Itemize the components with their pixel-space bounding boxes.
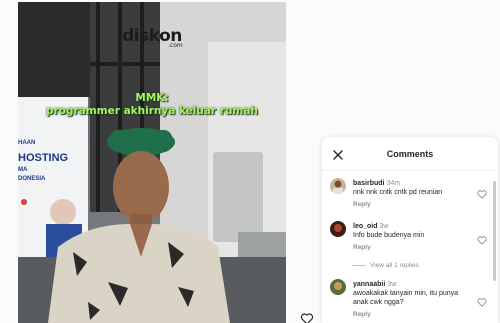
comment-body: leo_oid 3w Info bude budenya min Reply: [353, 222, 471, 252]
comment-username[interactable]: leo_oid: [353, 223, 378, 230]
reply-button[interactable]: Reply: [353, 200, 471, 209]
banner-text-3: MA: [18, 167, 28, 173]
heart-outline-icon: [477, 190, 487, 199]
view-replies-button[interactable]: View all 1 replies: [352, 262, 472, 269]
comment-text: nnk nnk cntk cntk pd reunian: [353, 189, 443, 196]
comment-like-button[interactable]: [477, 232, 487, 245]
comment-like-button[interactable]: [477, 186, 487, 199]
replies-divider-line: [352, 264, 366, 266]
comment-time: 3w: [379, 223, 389, 230]
view-replies-label: View all 1 replies: [370, 262, 419, 269]
comment-time: 3w: [387, 281, 397, 288]
post-like-button[interactable]: [300, 312, 314, 323]
banner-text-4: DONESIA: [18, 176, 46, 182]
comment-username[interactable]: yannaabii: [353, 281, 385, 288]
comments-header: Comments: [322, 137, 498, 171]
comment-text: awoakakak tanyain min, itu punya anak cw…: [353, 290, 459, 306]
banner-text-2: HOSTING: [18, 152, 69, 164]
reply-button[interactable]: Reply: [353, 243, 471, 252]
comments-scrollbar[interactable]: [493, 181, 496, 281]
video-caption-line2: programmer akhirnya keluar rumah: [46, 105, 258, 117]
comment-time: 34m: [386, 180, 401, 187]
banner-text-1: HAAN: [18, 140, 36, 146]
avatar-image: [330, 221, 346, 237]
comments-panel: Comments basirbudi 34m nnk nnk cntk cntk …: [322, 137, 498, 323]
avatar-image: [330, 279, 346, 295]
avatar[interactable]: [330, 279, 346, 295]
heart-outline-icon: [300, 313, 314, 323]
avatar[interactable]: [330, 178, 346, 194]
comment-body: yannaabii 3w awoakakak tanyain min, itu p…: [353, 280, 471, 319]
video-caption-line1: MMK:: [135, 92, 169, 104]
comment-username[interactable]: basirbudi: [353, 180, 385, 187]
watermark-logo: diskon: [122, 26, 182, 46]
watermark-logo-sub: .com: [168, 42, 183, 49]
reply-button[interactable]: Reply: [353, 310, 471, 319]
heart-outline-icon: [477, 236, 487, 245]
avatar[interactable]: [330, 221, 346, 237]
comment-text: Info bude budenya min: [353, 232, 425, 239]
reel-video[interactable]: diskon .com MMK: programmer akhirnya kel…: [18, 2, 286, 323]
comment-like-button[interactable]: [477, 294, 487, 307]
heart-outline-icon: [477, 298, 487, 307]
avatar-image: [330, 178, 346, 194]
comments-title: Comments: [386, 149, 434, 159]
comment-body: basirbudi 34m nnk nnk cntk cntk pd reunia…: [353, 179, 471, 209]
